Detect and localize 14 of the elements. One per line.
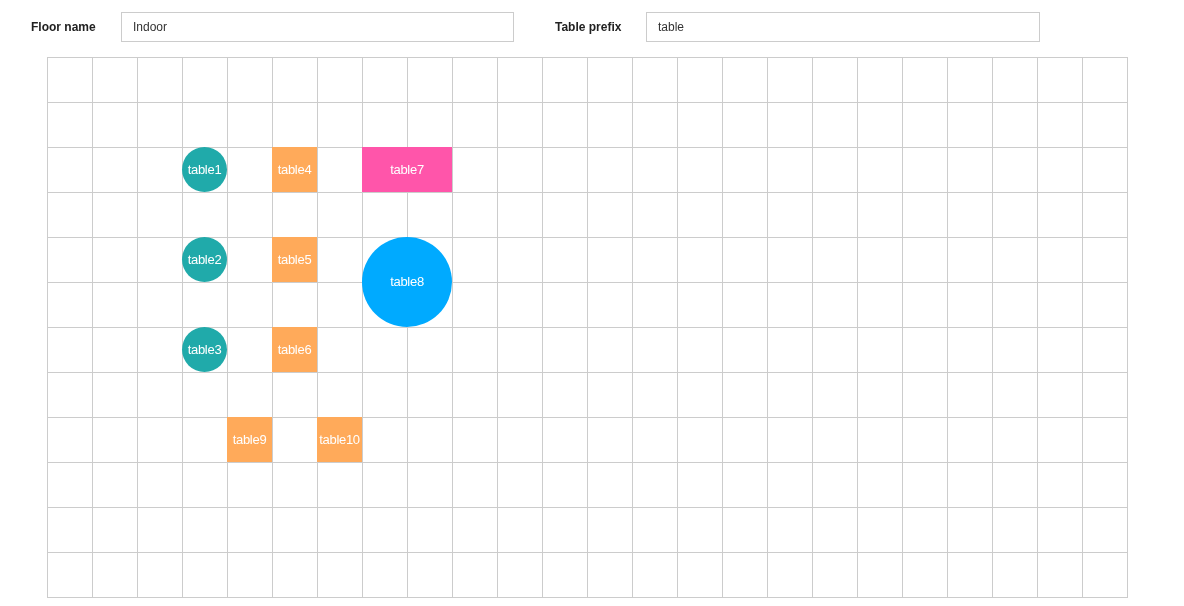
square-table[interactable]: table5 <box>272 237 317 282</box>
square-table[interactable]: table6 <box>272 327 317 372</box>
square-table[interactable]: table7 <box>362 147 452 192</box>
square-table[interactable]: table9 <box>227 417 272 462</box>
round-table[interactable]: table8 <box>362 237 452 327</box>
round-table[interactable]: table3 <box>182 327 227 372</box>
text-field[interactable]: table <box>646 12 1040 42</box>
square-table[interactable]: table10 <box>317 417 362 462</box>
field-label: Floor name <box>31 19 97 36</box>
round-table[interactable]: table1 <box>182 147 227 192</box>
field-label: Table prefix <box>555 19 623 36</box>
round-table[interactable]: table2 <box>182 237 227 282</box>
text-field[interactable]: Indoor <box>121 12 514 42</box>
square-table[interactable]: table4 <box>272 147 317 192</box>
